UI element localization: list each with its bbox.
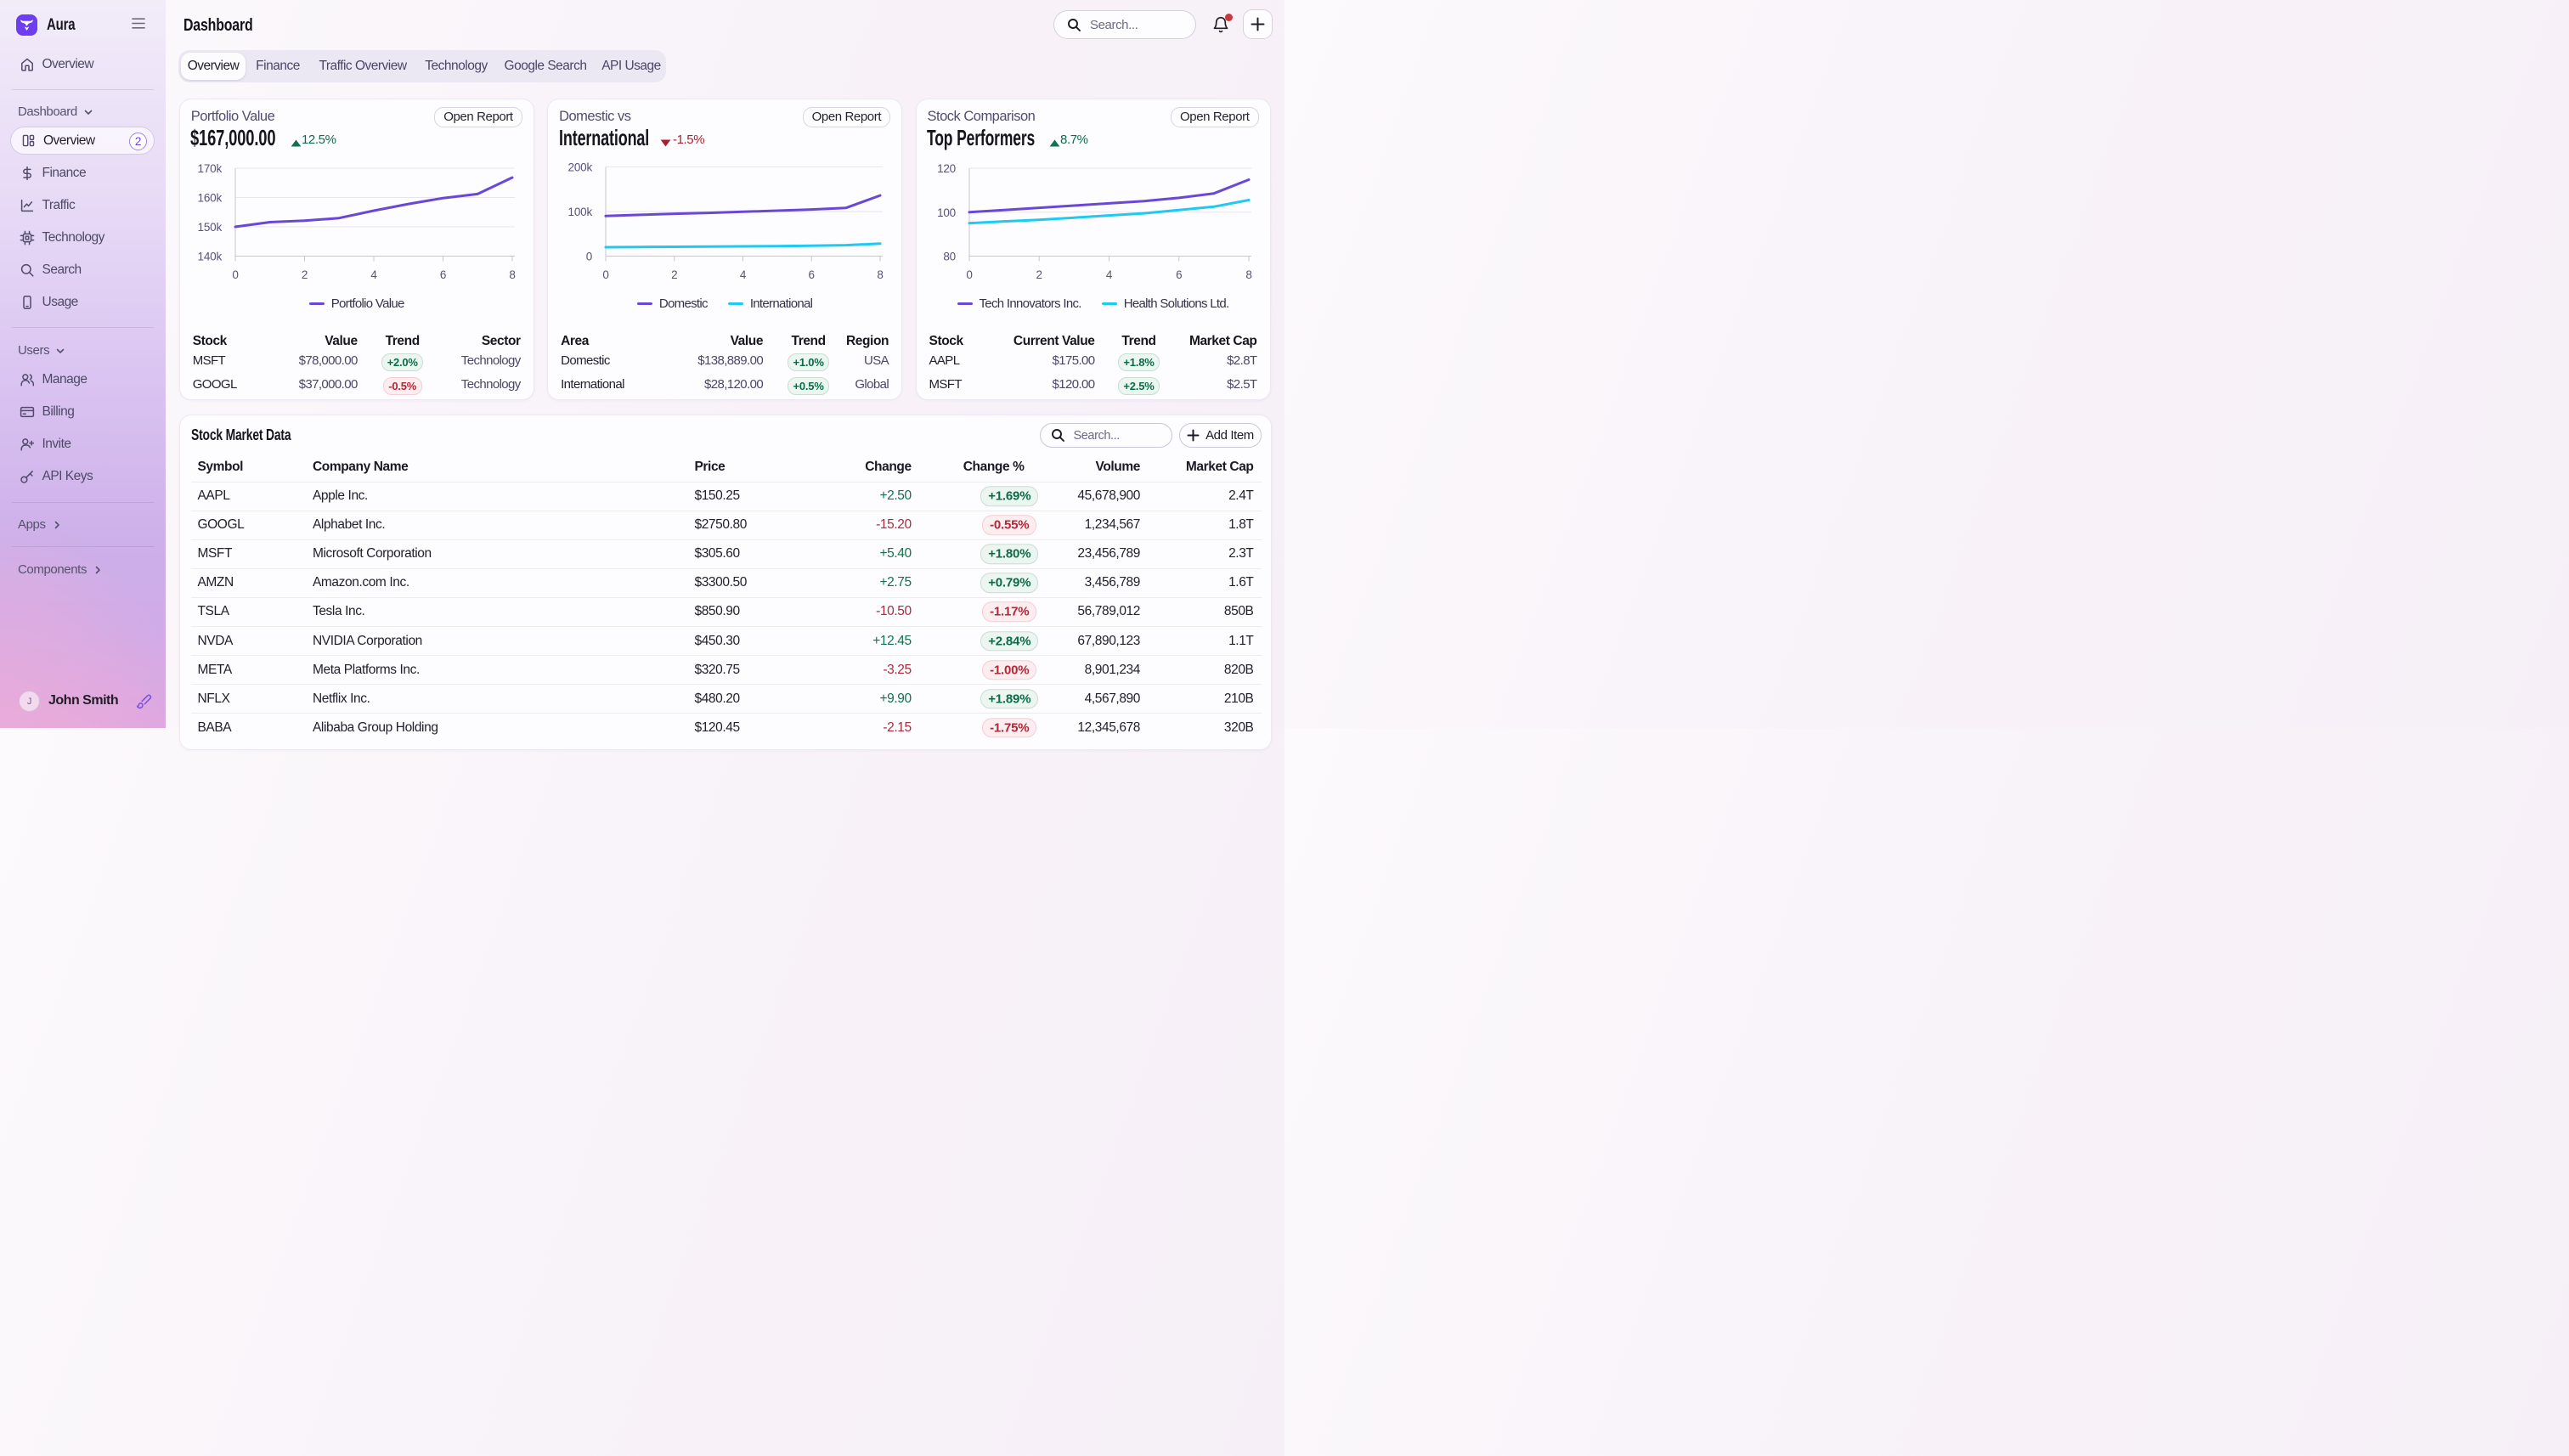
svg-text:0: 0 [232,268,238,281]
svg-text:4: 4 [740,268,747,281]
svg-text:140k: 140k [197,250,222,262]
svg-text:2: 2 [671,268,677,281]
svg-text:2: 2 [1036,268,1042,281]
svg-text:160k: 160k [197,191,222,204]
svg-text:200k: 200k [568,161,593,173]
svg-text:2: 2 [302,268,308,281]
svg-text:170k: 170k [197,162,222,175]
svg-text:120: 120 [937,162,956,175]
svg-text:100k: 100k [568,206,593,218]
svg-text:4: 4 [1105,268,1112,281]
svg-text:8: 8 [1245,268,1251,281]
svg-text:8: 8 [509,268,515,281]
svg-text:0: 0 [586,250,592,262]
svg-text:6: 6 [809,268,815,281]
svg-text:150k: 150k [197,221,222,234]
svg-text:0: 0 [602,268,608,281]
svg-text:100: 100 [937,206,956,218]
svg-text:6: 6 [440,268,446,281]
svg-text:80: 80 [943,250,956,262]
svg-text:4: 4 [370,268,377,281]
svg-text:8: 8 [877,268,883,281]
svg-text:0: 0 [966,268,972,281]
svg-text:6: 6 [1176,268,1182,281]
